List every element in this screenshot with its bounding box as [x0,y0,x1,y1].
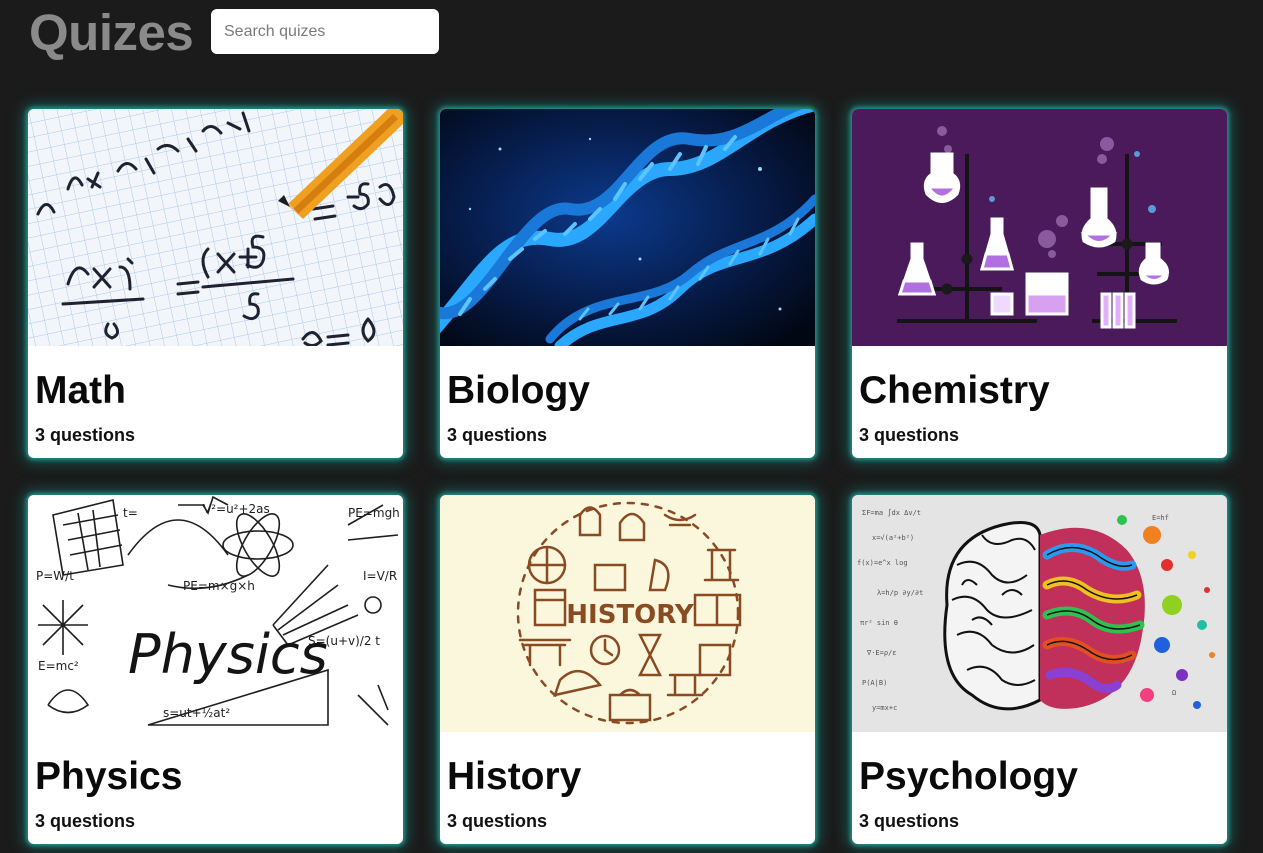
svg-text:PE=m×g×h: PE=m×g×h [183,579,255,593]
svg-text:t=: t= [123,506,138,520]
math-notebook-image [28,109,403,346]
svg-text:E=hf: E=hf [1152,514,1169,522]
quiz-card-psychology[interactable]: ΣF=ma ∫dx Δv/t x=√(a²+b²) f(x)=e^x log λ=h… [852,495,1227,844]
svg-text:V²=u²+2as: V²=u²+2as [203,502,270,516]
question-count: 3 questions [35,425,136,445]
svg-text:I=V/R: I=V/R [363,569,397,583]
quiz-card-math[interactable]: Math 3 questions [28,109,403,458]
quiz-title: Chemistry [859,369,1050,412]
svg-text:P(A|B): P(A|B) [862,679,887,687]
quiz-title: History [447,755,582,798]
svg-text:P=W/t: P=W/t [36,569,74,583]
physics-doodles-image: t= V²=u²+2as PE=mgh PE=m×g×h P=W/t I=V/R… [28,495,403,732]
svg-text:f(x)=e^x log: f(x)=e^x log [857,559,908,567]
quiz-card-chemistry[interactable]: Chemistry 3 questions [852,109,1227,458]
physics-image-text: Physics [128,623,328,686]
history-image-text: HISTORY [566,600,695,630]
question-count: 3 questions [859,425,960,445]
svg-text:∇·E=ρ/ε: ∇·E=ρ/ε [866,649,897,657]
svg-text:x=√(a²+b²): x=√(a²+b²) [872,534,914,542]
lab-flasks-image [852,109,1227,346]
question-count: 3 questions [447,811,548,831]
quiz-title: Math [35,369,126,412]
colorful-brain-image: ΣF=ma ∫dx Δv/t x=√(a²+b²) f(x)=e^x log λ=h… [852,495,1227,732]
history-icons-image: HISTORY [440,495,815,732]
svg-text:s=ut+½at²: s=ut+½at² [163,706,230,720]
quiz-card-biology[interactable]: Biology 3 questions [440,109,815,458]
svg-text:PE=mgh: PE=mgh [348,506,400,520]
question-count: 3 questions [35,811,136,831]
page-title: Quizes [29,3,194,61]
quiz-card-physics[interactable]: t= V²=u²+2as PE=mgh PE=m×g×h P=W/t I=V/R… [28,495,403,844]
svg-text:ΣF=ma ∫dx Δv/t: ΣF=ma ∫dx Δv/t [862,508,921,517]
quiz-card-history[interactable]: HISTORY History 3 questions [440,495,815,844]
svg-text:E=mc²: E=mc² [38,659,79,673]
dna-helix-image [440,109,815,346]
quiz-title: Physics [35,755,183,798]
quiz-grid: Math 3 questions Biology 3 questions Che… [28,109,1227,844]
svg-text:λ=h/p ∂y/∂t: λ=h/p ∂y/∂t [877,589,923,597]
header: Quizes [29,0,194,64]
svg-text:πr² sin θ: πr² sin θ [860,619,898,627]
question-count: 3 questions [447,425,548,445]
svg-text:y=mx+c: y=mx+c [872,704,897,712]
search-input[interactable] [211,9,439,54]
quiz-title: Psychology [859,755,1078,798]
question-count: 3 questions [859,811,960,831]
svg-text:Ω: Ω [1172,689,1176,697]
quiz-title: Biology [447,369,590,412]
